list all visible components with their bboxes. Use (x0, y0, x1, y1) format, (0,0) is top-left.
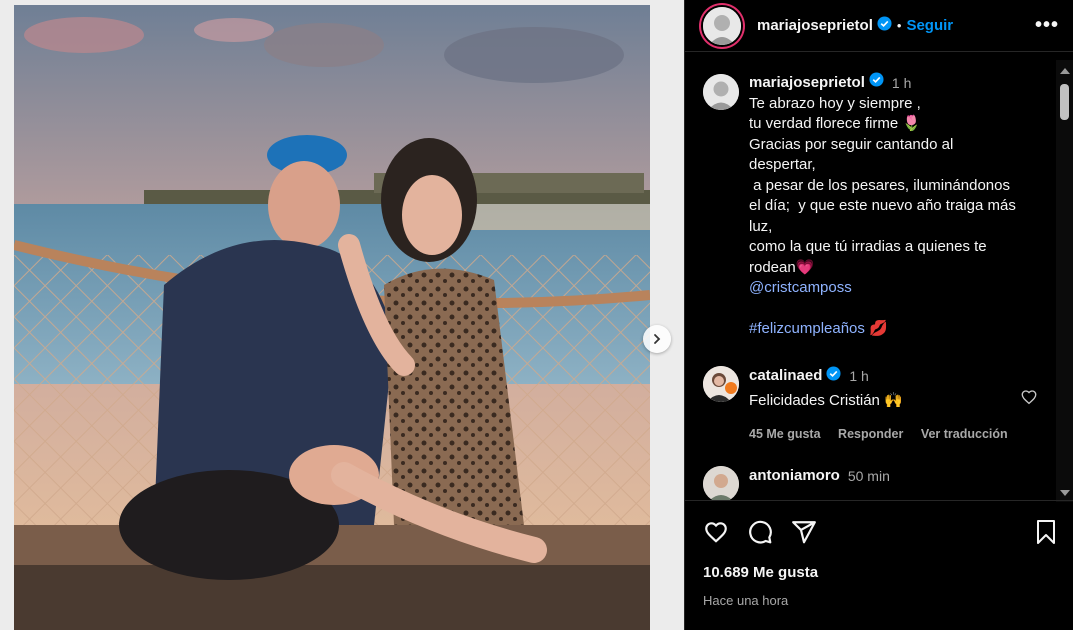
post-likes-count[interactable]: 10.689 Me gusta (685, 550, 1073, 581)
caption-line: el día; y que este nuevo año traiga más (749, 197, 1016, 214)
author-username[interactable]: mariajoseprietol (757, 17, 873, 34)
heart-icon[interactable] (703, 519, 729, 550)
scrollbar-thumb[interactable] (1060, 84, 1069, 120)
share-icon[interactable] (791, 519, 817, 550)
avatar-image (703, 466, 739, 500)
post-photo[interactable] (14, 5, 650, 630)
comment-username[interactable]: catalinaed (749, 366, 822, 387)
comment-icon[interactable] (747, 519, 773, 550)
chevron-right-icon (654, 334, 661, 344)
more-options-icon[interactable]: ••• (1035, 14, 1059, 37)
post-actions: 10.689 Me gusta Hace una hora (685, 500, 1073, 630)
caption-line: a pesar de los pesares, iluminándonos (749, 176, 1010, 194)
post-caption: mariajoseprietol 1 h Te abrazo hoy y sie… (685, 52, 1073, 340)
caption-hashtag-link[interactable]: #felizcumpleaños 💋 (749, 319, 1016, 340)
caption-line: despertar, (749, 156, 816, 173)
comment-actions: 45 Me gusta Responder Ver traducción (749, 424, 1022, 445)
photo-illustration (14, 5, 650, 630)
caption-mention-link[interactable]: @cristcamposs (749, 278, 1016, 299)
post-side-panel: mariajoseprietol • Seguir ••• mariajosep… (684, 0, 1073, 630)
author-avatar[interactable] (701, 4, 743, 47)
comment-likes-count[interactable]: 45 Me gusta (749, 427, 821, 441)
caption-username[interactable]: mariajoseprietol (749, 73, 865, 94)
separator-dot: • (896, 18, 902, 33)
verified-badge-icon (877, 15, 892, 36)
comment-avatar[interactable] (703, 365, 739, 402)
follow-button[interactable]: Seguir (906, 17, 953, 34)
caption-body: mariajoseprietol 1 h Te abrazo hoy y sie… (749, 72, 1016, 340)
comments-scroll-area[interactable]: mariajoseprietol 1 h Te abrazo hoy y sie… (685, 52, 1073, 500)
scroll-up-arrow-icon[interactable] (1060, 68, 1070, 74)
avatar-image (703, 6, 741, 45)
comment-avatar[interactable] (703, 466, 739, 500)
post-timestamp[interactable]: Hace una hora (685, 581, 1073, 608)
avatar-image (703, 74, 739, 110)
verified-badge-icon (869, 72, 884, 94)
reply-button[interactable]: Responder (838, 427, 903, 441)
translate-button[interactable]: Ver traducción (921, 427, 1008, 441)
comments-scrollbar[interactable] (1056, 60, 1073, 502)
scroll-down-arrow-icon[interactable] (1060, 490, 1070, 496)
caption-line: Te abrazo hoy y siempre , (749, 94, 921, 112)
next-photo-button[interactable] (643, 325, 671, 353)
comment-item: catalinaed 1 h Felicidades Cristián 🙌 45… (685, 365, 1073, 445)
comment-time[interactable]: 1 h (849, 366, 868, 387)
caption-author-avatar[interactable] (703, 74, 739, 110)
verified-badge-icon (826, 365, 841, 388)
comment-like-heart-icon[interactable] (1020, 388, 1038, 411)
caption-time[interactable]: 1 h (892, 73, 911, 94)
avatar-image (703, 365, 739, 402)
caption-line: Gracias por seguir cantando al (749, 135, 954, 153)
comment-username[interactable]: antoniamoro (749, 466, 840, 487)
caption-line: tu verdad florece firme 🌷 (749, 115, 922, 132)
comment-text: Felicidades Cristián 🙌 (749, 392, 903, 409)
comment-item: antoniamoro 50 min (685, 466, 1073, 500)
caption-line: rodean💗 (749, 258, 815, 276)
caption-line: luz, (749, 217, 773, 235)
caption-line: como la que tú irradias a quienes te (749, 238, 987, 255)
bookmark-icon[interactable] (1034, 519, 1058, 550)
post-media (0, 0, 684, 630)
post-header: mariajoseprietol • Seguir ••• (685, 0, 1073, 52)
comment-time[interactable]: 50 min (848, 466, 890, 487)
